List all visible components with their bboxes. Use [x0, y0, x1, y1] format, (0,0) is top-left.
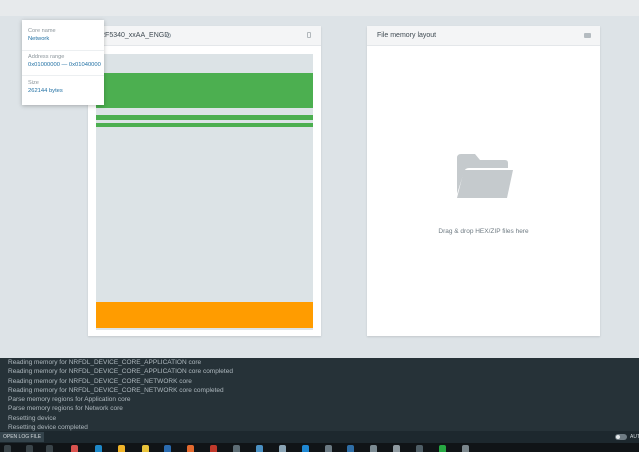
log-line: Reading memory for NRFDL_DEVICE_CORE_APP… — [8, 359, 202, 366]
log-line: Reading memory for NRFDL_DEVICE_CORE_NET… — [8, 386, 224, 394]
status-bar: OPEN LOG FILE AUT — [0, 431, 639, 443]
log-line: Resetting device — [8, 414, 57, 422]
lock-icon — [307, 32, 311, 38]
tooltip-address-section: Address range 0x01000000 — 0x01040000 — [28, 54, 101, 68]
os-taskbar — [0, 443, 639, 452]
log-line: Reading memory for NRFDL_DEVICE_CORE_NET… — [8, 377, 192, 385]
device-memory-panel: RF5340_xxAA_ENGD — [88, 26, 321, 336]
app-icon[interactable] — [462, 445, 469, 452]
memory-region[interactable] — [96, 123, 313, 127]
tooltip-size-section: Size 262144 bytes — [28, 80, 100, 94]
tooltip-size-label: Size — [28, 80, 39, 86]
memory-region[interactable] — [96, 115, 313, 120]
red-app-icon[interactable] — [71, 445, 78, 452]
python-icon[interactable] — [347, 445, 354, 452]
memory-region-tooltip: Core name Network Address range 0x010000… — [22, 20, 104, 105]
app-icon[interactable] — [279, 445, 286, 452]
open-log-file-button[interactable]: OPEN LOG FILE — [0, 432, 45, 442]
device-panel-title: RF5340_xxAA_ENGD — [100, 32, 170, 39]
divider — [22, 75, 104, 76]
drop-zone-text: Drag & drop HEX/ZIP files here — [438, 228, 529, 235]
windows-start-icon[interactable] — [4, 445, 11, 452]
tooltip-core-value: Network — [28, 36, 50, 42]
tooltip-address-value: 0x01000000 — 0x01040000 — [28, 62, 101, 68]
autoscroll-toggle[interactable] — [615, 434, 627, 440]
memory-region-uicr[interactable] — [96, 302, 313, 328]
app-icon[interactable] — [325, 445, 332, 452]
log-line: Parse memory regions for Application cor… — [8, 396, 131, 404]
log-line: Reading memory for NRFDL_DEVICE_CORE_APP… — [8, 368, 233, 376]
autoscroll-label: AUT — [630, 434, 639, 440]
edge-icon[interactable] — [95, 445, 102, 452]
tooltip-core-label: Core name — [28, 28, 56, 34]
tooltip-core-section: Core name Network — [28, 28, 100, 42]
vscode-icon[interactable] — [302, 445, 309, 452]
open-folder-icon[interactable] — [584, 33, 591, 38]
media-icon[interactable] — [210, 445, 217, 452]
tooltip-size-value: 262144 bytes — [28, 88, 63, 94]
info-icon[interactable] — [166, 33, 171, 38]
toggle-knob — [616, 435, 620, 439]
task-view-icon[interactable] — [46, 445, 53, 452]
app-icon[interactable] — [439, 445, 446, 452]
app-icon[interactable] — [393, 445, 400, 452]
top-bar — [0, 0, 639, 16]
firefox-icon[interactable] — [187, 445, 194, 452]
file-panel-header: File memory layout — [367, 26, 600, 46]
app-icon[interactable] — [416, 445, 423, 452]
terminal-icon[interactable] — [164, 445, 171, 452]
app-icon[interactable] — [370, 445, 377, 452]
chrome-icon[interactable] — [142, 445, 149, 452]
file-memory-layout-panel: File memory layout Drag & drop HEX/ZIP f… — [367, 26, 600, 336]
log-panel[interactable]: Reading memory for NRFDL_DEVICE_CORE_APP… — [0, 358, 639, 431]
drop-zone-folder-icon[interactable] — [455, 152, 515, 200]
divider — [22, 50, 104, 51]
app-icon[interactable] — [233, 445, 240, 452]
search-icon[interactable] — [26, 445, 33, 452]
file-panel-title: File memory layout — [377, 32, 437, 39]
tooltip-address-label: Address range — [28, 54, 65, 60]
explorer-icon[interactable] — [118, 445, 125, 452]
log-line: Parse memory regions for Network core — [8, 405, 123, 413]
notepad-icon[interactable] — [256, 445, 263, 452]
memory-map — [96, 54, 313, 330]
device-panel-header: RF5340_xxAA_ENGD — [88, 26, 321, 46]
memory-region-network-flash[interactable] — [96, 73, 313, 108]
